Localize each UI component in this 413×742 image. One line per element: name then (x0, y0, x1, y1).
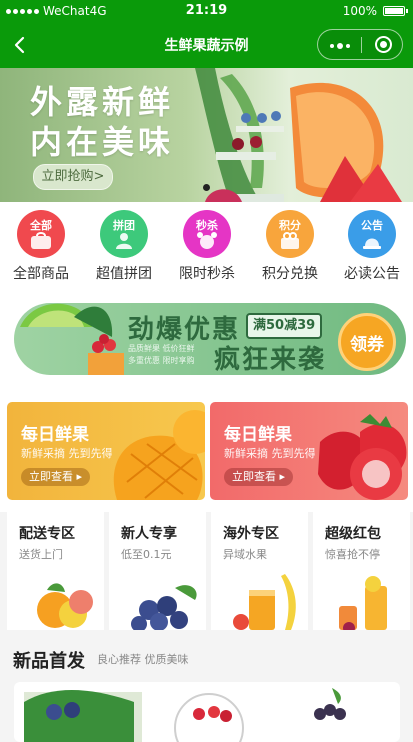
new-products-section: 新品首发 良心推荐 优质美味 (0, 638, 413, 742)
nav-bar: 生鲜果蔬示例 (0, 22, 413, 68)
battery-icon (383, 6, 408, 16)
category-nav: 全部 全部商品 拼团 超值拼团 秒杀 限时秒杀 积分 积分兑换 公告 必读公告 (0, 202, 413, 289)
category-notice[interactable]: 公告 必读公告 (331, 210, 413, 283)
section-title: 新品首发 (13, 651, 85, 672)
fresh-card-title: 每日鲜果 (21, 425, 89, 445)
zone-title: 海外专区 (223, 526, 279, 542)
zone-title: 配送专区 (19, 526, 75, 542)
carousel-indicator[interactable] (203, 184, 210, 191)
category-label: 全部商品 (13, 266, 69, 282)
citrus-illustration (37, 583, 93, 628)
category-label: 积分兑换 (262, 266, 318, 282)
zone-delivery[interactable]: 配送专区 送货上门 (7, 512, 104, 630)
zone-subtitle: 惊喜抢不停 (325, 548, 380, 561)
category-label: 超值拼团 (96, 266, 152, 282)
juice-illustration (233, 574, 296, 630)
promo-banner[interactable]: 劲爆优惠 满50减39 品质鲜果 低价狂鲜 多重优惠 限时享购 疯狂来袭 领券 (14, 297, 406, 381)
battery-percent: 100% (342, 4, 377, 18)
promo-discount-badge: 满50减39 (246, 313, 323, 339)
category-flash-sale[interactable]: 秒杀 限时秒杀 (166, 210, 248, 283)
mini-program-capsule (317, 29, 403, 60)
zone-title: 新人专享 (121, 526, 177, 542)
category-label: 限时秒杀 (179, 266, 235, 282)
blueberry-illustration (131, 585, 197, 630)
section-subtitle: 良心推荐 优质美味 (97, 653, 189, 666)
fresh-card-subtitle: 新鲜采摘 先到先得 (224, 447, 316, 460)
zone-title: 超级红包 (325, 526, 381, 542)
category-group-buy[interactable]: 拼团 超值拼团 (83, 210, 165, 283)
close-mini-program-icon[interactable] (375, 36, 392, 53)
category-all[interactable]: 全部 全部商品 (0, 210, 82, 283)
gift-icon (281, 232, 299, 249)
bag-icon (31, 232, 51, 249)
view-now-button[interactable]: 立即查看 ▸ (21, 468, 91, 486)
promo-title-2: 疯狂来袭 (214, 345, 327, 375)
promo-fruit-illustration (20, 303, 124, 375)
alarm-icon (197, 232, 217, 249)
view-now-button[interactable]: 立即查看 ▸ (224, 468, 294, 486)
zone-newcomer[interactable]: 新人专享 低至0.1元 (109, 512, 206, 630)
zone-subtitle: 低至0.1元 (121, 548, 172, 561)
banner-headline-2: 内在美味 (30, 123, 175, 161)
hero-banner[interactable]: 外露新鲜 内在美味 立即抢购> (0, 68, 413, 202)
category-points[interactable]: 积分 积分兑换 (249, 210, 331, 283)
zone-overseas[interactable]: 海外专区 异域水果 (211, 512, 308, 630)
daily-fresh-card-1[interactable]: 每日鲜果 新鲜采摘 先到先得 立即查看 ▸ (7, 402, 205, 500)
zone-red-packet[interactable]: 超级红包 惊喜抢不停 (313, 512, 410, 630)
product-thumbnails[interactable] (14, 682, 400, 742)
category-label: 必读公告 (344, 266, 400, 282)
promo-subtitle: 多重优惠 限时享购 (128, 356, 195, 365)
daily-fresh-card-2[interactable]: 每日鲜果 新鲜采摘 先到先得 立即查看 ▸ (210, 402, 408, 500)
people-icon (116, 233, 132, 249)
zone-subtitle: 异域水果 (223, 548, 267, 561)
fresh-card-title: 每日鲜果 (224, 425, 292, 445)
zone-grid: 配送专区 送货上门 新人专享 低至0.1元 海外专区 异域水果 超级红包 惊喜抢… (0, 512, 413, 630)
bell-icon (363, 238, 381, 249)
zone-subtitle: 送货上门 (19, 548, 63, 561)
buy-now-button[interactable]: 立即抢购> (33, 164, 113, 190)
get-coupon-button[interactable]: 领券 (338, 313, 396, 371)
status-bar: WeChat4G 21:19 100% (0, 0, 413, 22)
promo-subtitle: 品质鲜果 低价狂鲜 (128, 344, 195, 353)
more-icon[interactable] (330, 43, 350, 49)
banner-headline-1: 外露新鲜 (30, 83, 175, 121)
cocktail-illustration (339, 576, 387, 630)
new-products-list (14, 682, 400, 742)
fresh-card-subtitle: 新鲜采摘 先到先得 (21, 447, 113, 460)
